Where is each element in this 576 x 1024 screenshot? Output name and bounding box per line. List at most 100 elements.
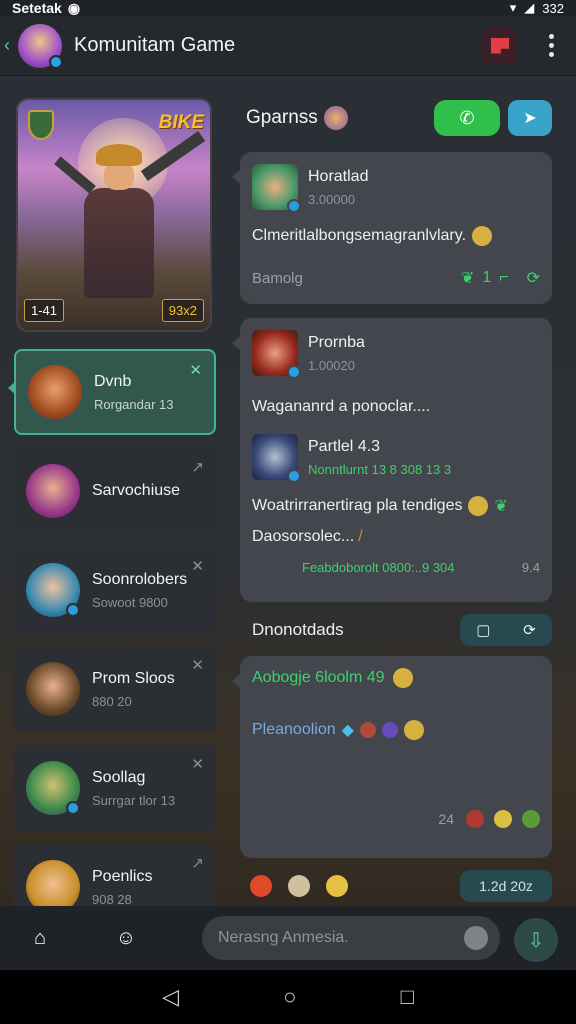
message-link[interactable]: Feabdoborolt 0800:..9 304: [302, 560, 455, 575]
page-title: Komunitam Game: [74, 34, 236, 56]
sender-name: Horatlad: [308, 167, 369, 185]
contact-item[interactable]: Prom Sloos 880 20 ✕: [14, 646, 216, 732]
message-meta: 9.4: [521, 560, 540, 575]
leaf-icon: ❦: [460, 270, 475, 287]
home-icon[interactable]: ⌂: [18, 916, 62, 960]
contact-sub: Rorgandar 13: [94, 396, 174, 412]
recents-nav-icon[interactable]: □: [401, 984, 414, 1010]
sender-name: Prornba: [308, 333, 365, 351]
avatar: [252, 330, 301, 379]
group-title: Gparnss: [246, 107, 318, 128]
avatar: [26, 761, 80, 815]
message-input[interactable]: Nerasng Anmesia.: [202, 916, 500, 960]
notification-icon: ◉: [67, 0, 81, 16]
thread-title: Dnonotdads: [252, 620, 344, 639]
call-button[interactable]: ✆: [434, 100, 500, 136]
back-icon[interactable]: ‹: [4, 35, 16, 56]
contact-item[interactable]: Soollag Surrgar tlor 13 ✕: [14, 745, 216, 831]
thread-actions: ▢ ⟳: [460, 614, 552, 646]
banner-title: BIKE: [158, 112, 204, 133]
message-text: Daosorsolec...: [252, 528, 355, 545]
message-text: Aobogje 6loolm 49: [252, 669, 385, 686]
home-nav-icon[interactable]: ○: [283, 984, 296, 1010]
close-icon[interactable]: ✕: [191, 656, 204, 674]
game-banner[interactable]: BIKE 1-41 93x2: [16, 98, 212, 332]
contact-name: Poenlics: [92, 867, 153, 885]
more-menu-button[interactable]: [536, 28, 566, 64]
contact-name: Soollag: [92, 768, 146, 786]
arrow-down-icon: ⇩: [527, 929, 545, 952]
wifi-icon: ▾: [509, 0, 517, 15]
emoji-icon[interactable]: [326, 875, 348, 897]
emoji-icon: [403, 720, 424, 740]
system-nav-bar: ◁ ○ □: [0, 970, 576, 1024]
emoji-icon: [522, 810, 540, 828]
message-time: 1.00020: [308, 357, 355, 373]
status-carrier: Setetak: [12, 0, 62, 16]
message-text: Wagananrd a ponoclar....: [252, 398, 431, 415]
message-placeholder: Nerasng Anmesia.: [218, 929, 349, 946]
reaction-count: 24: [438, 811, 454, 827]
game-controller-icon[interactable]: ☺: [104, 916, 148, 960]
emoji-icon: [468, 496, 489, 516]
emoji-icon: [466, 810, 484, 828]
arrow-icon[interactable]: ↗: [191, 854, 204, 872]
contact-sub: Surrgar tlor 13: [92, 792, 176, 808]
flag-icon: [491, 37, 509, 54]
phone-icon: ✆: [459, 107, 475, 128]
contact-name: Prom Sloos: [92, 669, 175, 687]
emoji-icon[interactable]: [288, 875, 310, 897]
close-icon[interactable]: ✕: [191, 557, 204, 575]
reaction-bar: 1.2d 20z: [240, 870, 552, 902]
message-card[interactable]: Aobogje 6loolm 49 Pleanoolion ◆ 24: [232, 656, 552, 858]
send-voice-button[interactable]: ⇩: [514, 918, 558, 962]
like-count: 1: [482, 269, 492, 286]
signal-icon: ◢: [524, 0, 535, 15]
reaction-time-pill[interactable]: 1.2d 20z: [460, 870, 552, 902]
close-icon[interactable]: ✕: [191, 755, 204, 773]
reply-icon[interactable]: ⌐: [499, 269, 508, 287]
contact-item[interactable]: Dvnb Rorgandar 13 ✕: [8, 349, 216, 435]
avatar: [28, 365, 82, 419]
banner-tag-left: 1-41: [24, 299, 65, 322]
battery-level: 332: [542, 0, 564, 16]
arrow-icon[interactable]: ↗: [191, 458, 204, 476]
group-emoji-icon: [323, 106, 348, 130]
refresh-icon[interactable]: ⟳: [527, 268, 540, 288]
avatar: [252, 164, 301, 213]
chat-column: Gparnss ✆ ➤ Horatlad 3.00000 Clmeritlalbo…: [232, 98, 552, 902]
verified-icon: [49, 54, 63, 69]
leaf-icon: ❦: [494, 498, 508, 515]
emoji-icon: [494, 810, 512, 828]
square-icon[interactable]: ▢: [476, 621, 490, 639]
contact-name: Soonrolobers: [92, 570, 188, 588]
sync-icon[interactable]: ⟳: [523, 621, 536, 639]
emoji-icon: [472, 226, 493, 246]
paper-plane-icon: ➤: [523, 110, 537, 127]
flag-button[interactable]: [482, 27, 518, 64]
share-button[interactable]: ➤: [508, 100, 552, 136]
emoji-picker-icon[interactable]: [464, 926, 488, 950]
thread-header: Dnonotdads ▢ ⟳: [240, 612, 552, 648]
message-card[interactable]: Horatlad 3.00000 Clmeritlalbongsemagranlv…: [232, 152, 552, 304]
contact-item[interactable]: Sarvochiuse ↗: [14, 448, 216, 534]
emoji-icon: [359, 722, 376, 738]
contact-sub: Sowoot 9800: [92, 594, 168, 610]
avatar: [252, 434, 301, 483]
message-time: Nonntlurnt 13 8 308 13 3: [308, 461, 452, 477]
contact-name: Dvnb: [94, 372, 132, 390]
close-icon[interactable]: ✕: [189, 361, 202, 379]
diamond-icon: ◆: [341, 722, 354, 739]
group-avatar[interactable]: [18, 23, 63, 69]
emoji-icon: [392, 668, 413, 688]
bottom-bar: ⌂ ☺ Nerasng Anmesia. ⇩: [0, 906, 576, 970]
app-bar: ‹ Komunitam Game: [0, 16, 576, 76]
contact-item[interactable]: Soonrolobers Sowoot 9800 ✕: [14, 547, 216, 633]
contact-sub: 880 20: [92, 693, 132, 709]
contact-column: BIKE 1-41 93x2 Dvnb Rorgandar 13 ✕ Sarvoc…: [8, 98, 218, 930]
back-nav-icon[interactable]: ◁: [162, 984, 179, 1010]
emoji-icon: [381, 722, 398, 738]
message-card[interactable]: Prornba 1.00020 Wagananrd a ponoclar.... …: [232, 318, 552, 602]
message-text: Woatrirranertirag pla tendiges: [252, 497, 463, 514]
emoji-icon[interactable]: [250, 875, 272, 897]
